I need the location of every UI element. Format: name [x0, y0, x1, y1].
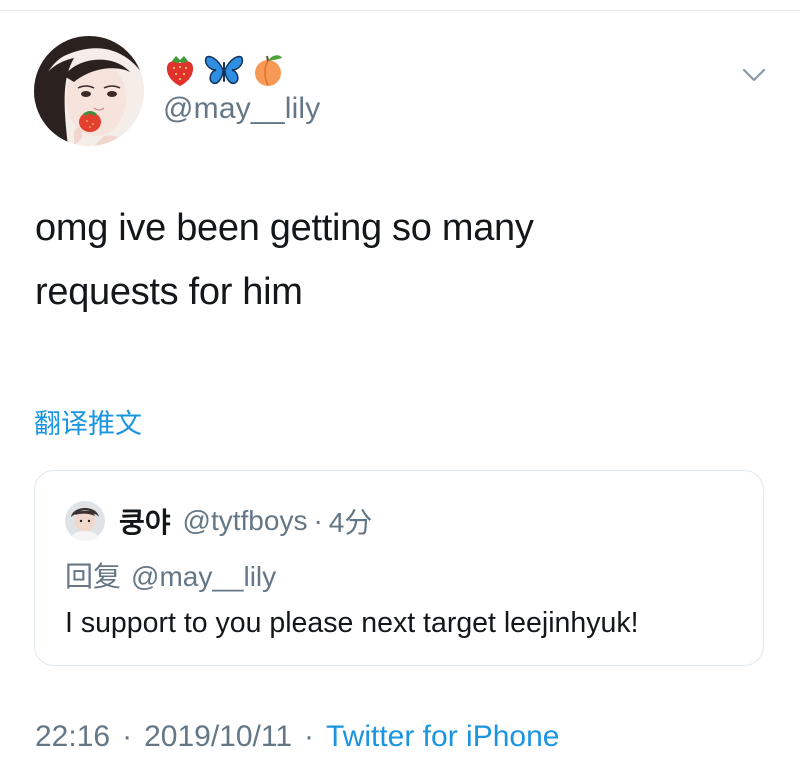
author-avatar-image [34, 36, 144, 146]
peach-icon [255, 55, 282, 86]
reply-timestamp: 4分 [328, 507, 373, 538]
tweet-date: 2019/10/11 [144, 720, 292, 753]
tweet-text-line: requests for him [35, 271, 303, 313]
reply-to-prefix: 回复 [65, 561, 122, 592]
reply-to-line: 回复 @may__lily [65, 555, 276, 595]
translate-tweet-link[interactable]: 翻译推文 [34, 402, 142, 441]
author-handle[interactable]: @may__lily [163, 92, 321, 126]
reply-to-handle[interactable]: @may__lily [131, 561, 276, 592]
author-avatar[interactable] [34, 36, 144, 146]
reply-display-name[interactable]: 쿵야 [119, 501, 171, 541]
tweet-text: omg ive been getting so many requests fo… [35, 196, 755, 324]
reply-header: 쿵야 @tytfboys · 4分 [119, 501, 372, 541]
separator-dot: · [122, 720, 133, 753]
tweet-meta: 22:16 · 2019/10/11 · Twitter for iPhone [35, 720, 559, 754]
tweet-text-line: omg ive been getting so many [35, 207, 534, 249]
reply-card[interactable]: 쿵야 @tytfboys · 4分 回复 @may__lily I support… [34, 470, 764, 666]
strawberry-icon [166, 56, 194, 86]
tweet-source-link[interactable]: Twitter for iPhone [326, 720, 559, 754]
butterfly-icon [204, 55, 244, 85]
author-display-name[interactable] [162, 50, 286, 90]
separator-dot: · [304, 720, 314, 753]
reply-avatar[interactable] [65, 501, 105, 541]
tweet-time: 22:16 [35, 720, 111, 753]
reply-text: I support to you please next target leej… [65, 607, 639, 639]
reply-handle[interactable]: @tytfboys [183, 505, 308, 537]
chevron-down-icon[interactable] [738, 62, 770, 88]
reply-avatar-image [65, 501, 105, 541]
separator-dot: · [313, 505, 323, 536]
top-divider [0, 0, 800, 11]
